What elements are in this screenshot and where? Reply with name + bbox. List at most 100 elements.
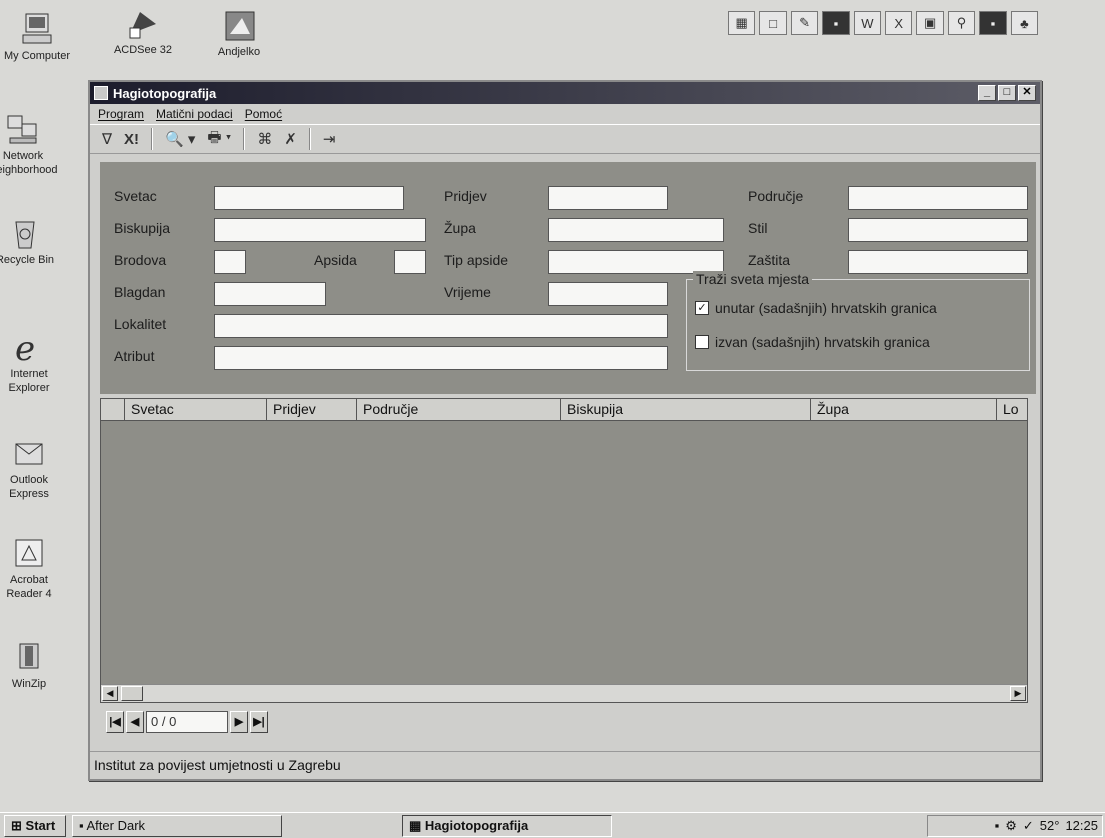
grid-col-biskupija[interactable]: Biskupija [561, 399, 811, 420]
results-grid[interactable]: Svetac Pridjev Područje Biskupija Župa L… [100, 398, 1028, 703]
system-tray: ▪ ⚙ ✓ 52° 12:25 [927, 815, 1103, 837]
print-preview-icon[interactable]: 🔍 ▾ [161, 127, 199, 151]
outlook-express-icon [12, 436, 46, 470]
vrijeme-input[interactable] [548, 282, 668, 306]
taskbar-button-after-dark[interactable]: ▪ After Dark [72, 814, 282, 837]
tray-icon[interactable]: ⚙ [1005, 816, 1017, 836]
scroll-thumb[interactable] [121, 686, 143, 701]
label-blagdan: Blagdan [114, 284, 166, 300]
grid-col-pridjev[interactable]: Pridjev [267, 399, 357, 420]
desktop-icon-outlook[interactable]: Outlook Express [0, 436, 72, 501]
first-record-button[interactable]: |◀ [106, 711, 124, 733]
label-zastita: Zaštita [748, 252, 791, 268]
shortcut-icon[interactable]: □ [759, 11, 787, 35]
shortcut-icon[interactable]: ♣ [1010, 11, 1039, 35]
shortcut-icon[interactable]: ✎ [790, 11, 819, 35]
menu-maticni-podaci[interactable]: Matični podaci [156, 107, 233, 121]
desktop-icon-internet-explorer[interactable]: e Internet Explorer [0, 329, 72, 395]
desktop-icon-label: Network Neighborhood [0, 150, 58, 176]
label-podrucje: Područje [748, 188, 804, 204]
start-button[interactable]: ⊞ Start [4, 814, 66, 837]
clear-filter-icon[interactable]: X! [120, 127, 143, 151]
search-form-panel: Svetac Pridjev Područje Biskupija Župa S… [100, 162, 1036, 394]
desktop-icon-winzip[interactable]: WinZip [0, 640, 72, 691]
podrucje-input[interactable] [848, 186, 1028, 210]
desktop-icon-network[interactable]: Network Neighborhood [0, 112, 66, 177]
desktop-icon-label: ACDSee 32 [113, 44, 173, 56]
previous-record-button[interactable]: ◀ [126, 711, 144, 733]
grid-col-indicator [101, 399, 125, 420]
close-button[interactable]: ✕ [1018, 85, 1036, 101]
record-navigator: |◀ ◀ 0 / 0 ▶ ▶| [106, 710, 268, 734]
desktop-icon-acdsee[interactable]: ACDSee 32 [100, 6, 186, 57]
search-icon[interactable]: ⚲ [947, 11, 976, 35]
grid-col-svetac[interactable]: Svetac [125, 399, 267, 420]
taskbar-button-hagiotopografija[interactable]: ▦ Hagiotopografija [402, 814, 612, 837]
recycle-bin-icon [8, 216, 42, 250]
status-bar: Institut za povijest umjetnosti u Zagreb… [90, 751, 1040, 779]
record-position: 0 / 0 [146, 711, 228, 733]
label-apsida: Apsida [314, 252, 357, 268]
brodova-input[interactable] [214, 250, 246, 274]
winzip-icon [12, 640, 46, 674]
clock[interactable]: 12:25 [1065, 816, 1098, 836]
desktop-icon-my-computer[interactable]: My Computer [0, 12, 80, 63]
tray-icon[interactable]: ✓ [1023, 816, 1034, 836]
toolbar: ∇ X! 🔍 ▾ 🖶 ▾ ⌘ ✗ ⇥ [90, 124, 1040, 154]
checkbox-izvan[interactable] [695, 335, 709, 349]
tray-icon[interactable]: ▪ [995, 816, 1000, 836]
print-icon[interactable]: 🖶 ▾ [203, 127, 235, 151]
app-window: Hagiotopografija _ □ ✕ Program Matični p… [88, 80, 1042, 781]
option-unutar[interactable]: ✓ unutar (sadašnjih) hrvatskih granica [695, 300, 937, 316]
acrobat-reader-icon [12, 536, 46, 570]
label-atribut: Atribut [114, 348, 155, 364]
desktop-icon-andjelko[interactable]: Andjelko [196, 8, 282, 59]
shortcut-icon[interactable]: ▪ [822, 11, 850, 35]
maximize-button[interactable]: □ [998, 85, 1016, 101]
lokalitet-input[interactable] [214, 314, 668, 338]
option-izvan[interactable]: izvan (sadašnjih) hrvatskih granica [695, 334, 930, 350]
desktop-icon-label: WinZip [11, 678, 47, 690]
desktop-icon-acrobat[interactable]: Acrobat Reader 4 [0, 536, 72, 601]
grid-col-podrucje[interactable]: Područje [357, 399, 561, 420]
next-record-button[interactable]: ▶ [230, 711, 248, 733]
biskupija-input[interactable] [214, 218, 426, 242]
label-lokalitet: Lokalitet [114, 316, 167, 332]
word-icon[interactable]: W [853, 11, 882, 35]
shortcut-icon[interactable]: ▦ [728, 11, 756, 35]
blagdan-input[interactable] [214, 282, 326, 306]
apsida-input[interactable] [394, 250, 426, 274]
scroll-right-button[interactable]: ▶ [1010, 686, 1026, 701]
scroll-left-button[interactable]: ◀ [102, 686, 118, 701]
toolbar-separator [308, 128, 311, 150]
taskbar-button-label: Hagiotopografija [424, 817, 529, 833]
checkbox-unutar[interactable]: ✓ [695, 301, 709, 315]
svetac-input[interactable] [214, 186, 404, 210]
cancel-find-icon[interactable]: ✗ [280, 127, 301, 151]
horizontal-scrollbar[interactable]: ◀ ▶ [101, 684, 1027, 702]
find-icon[interactable]: ⌘ [253, 127, 276, 151]
window-titlebar[interactable]: Hagiotopografija _ □ ✕ [90, 82, 1040, 104]
shortcut-icon[interactable]: ▣ [916, 11, 944, 35]
desktop-icon-label: Internet Explorer [8, 368, 50, 394]
label-stil: Stil [748, 220, 768, 236]
last-record-button[interactable]: ▶| [250, 711, 268, 733]
filter-icon[interactable]: ∇ [98, 127, 116, 151]
excel-icon[interactable]: X [885, 11, 913, 35]
grid-col-zupa[interactable]: Župa [811, 399, 997, 420]
exit-icon[interactable]: ⇥ [319, 127, 340, 151]
atribut-input[interactable] [214, 346, 668, 370]
zastita-input[interactable] [848, 250, 1028, 274]
grid-col-lokalitet[interactable]: Lo [997, 399, 1027, 420]
minimize-button[interactable]: _ [978, 85, 996, 101]
zupa-input[interactable] [548, 218, 724, 242]
grid-header: Svetac Pridjev Područje Biskupija Župa L… [101, 399, 1027, 421]
menu-pomoc[interactable]: Pomoć [245, 107, 282, 121]
menu-program[interactable]: Program [98, 107, 144, 121]
stil-input[interactable] [848, 218, 1028, 242]
desktop-icon-recycle-bin[interactable]: Recycle Bin [0, 216, 68, 267]
shortcut-icon[interactable]: ▪ [979, 11, 1007, 35]
app-icon: ▦ [409, 817, 422, 833]
pridjev-input[interactable] [548, 186, 668, 210]
option-izvan-label: izvan (sadašnjih) hrvatskih granica [715, 334, 930, 350]
